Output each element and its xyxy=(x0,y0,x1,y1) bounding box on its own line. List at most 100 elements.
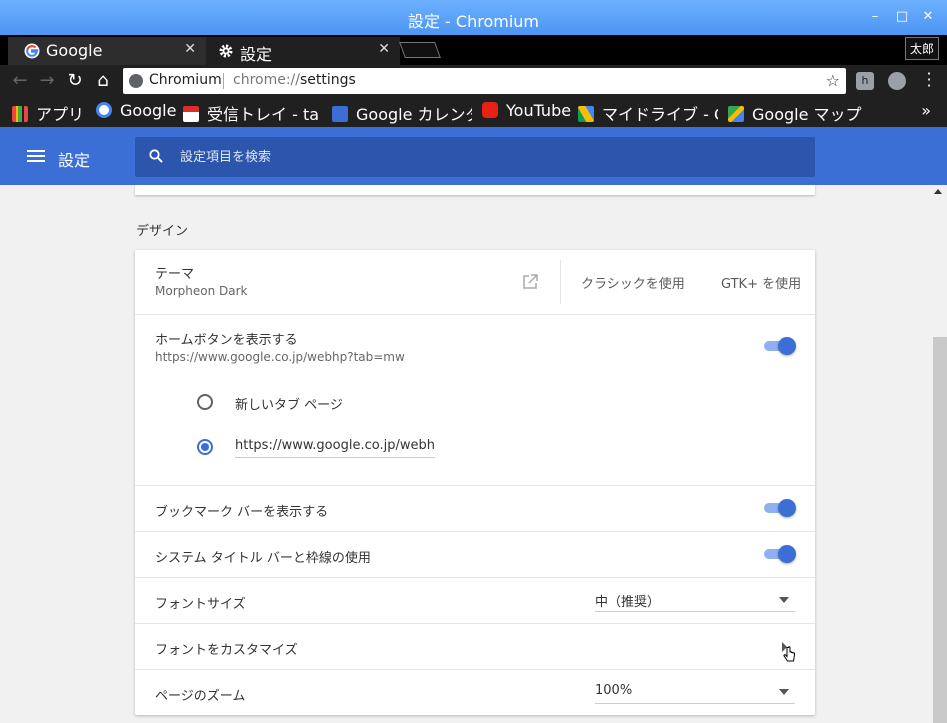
chevron-down-icon xyxy=(779,597,789,603)
home-button-url: https://www.google.co.jp/webhp?tab=mw xyxy=(155,350,405,364)
bookmark-gmail[interactable]: 受信トレイ - tar xyxy=(183,101,318,125)
row-theme: テーマ Morpheon Dark クラシックを使用 GTK+ を使用 xyxy=(135,250,815,314)
minimize-button[interactable]: – xyxy=(868,10,882,24)
font-size-value: 中（推奨） xyxy=(595,595,661,610)
drive-icon xyxy=(578,106,594,122)
bookmark-apps[interactable]: アプリ xyxy=(12,101,84,125)
reload-button[interactable]: ↻ xyxy=(64,70,86,92)
page-zoom-label: ページのズーム xyxy=(155,689,246,704)
url-scheme: chrome:// xyxy=(233,72,300,88)
settings-header: 設定 xyxy=(0,127,947,185)
extension-h-icon[interactable]: h xyxy=(856,72,874,90)
use-classic-button[interactable]: クラシックを使用 xyxy=(581,273,685,292)
tab-close-icon[interactable]: ✕ xyxy=(378,41,390,57)
bookmark-star-icon[interactable]: ☆ xyxy=(826,71,840,90)
tab-label: 設定 xyxy=(240,45,273,64)
bookmarks-bar-label: ブックマーク バーを表示する xyxy=(155,505,329,520)
tab-close-icon[interactable]: ✕ xyxy=(184,41,196,57)
bookmarks-bar: アプリ Google 受信トレイ - tar Google カレンダ YouTu… xyxy=(0,97,947,127)
forward-button[interactable]: → xyxy=(36,70,58,92)
bookmark-drive[interactable]: マイドライブ - G xyxy=(578,101,718,125)
extension-shield-icon[interactable] xyxy=(888,72,906,90)
new-tab-button[interactable] xyxy=(399,42,441,58)
design-card: テーマ Morpheon Dark クラシックを使用 GTK+ を使用 ホームボ… xyxy=(135,250,815,715)
bookmark-label: Google マップ xyxy=(752,105,862,124)
font-size-select[interactable]: 中（推奨） xyxy=(595,588,795,612)
gmail-icon xyxy=(183,106,199,122)
bookmarks-overflow-button[interactable]: » xyxy=(921,101,931,120)
row-bookmarks-bar: ブックマーク バーを表示する xyxy=(135,485,815,531)
theme-value: Morpheon Dark xyxy=(155,284,248,298)
theme-label: テーマ xyxy=(155,267,195,282)
system-title-bar-toggle[interactable] xyxy=(764,545,796,563)
font-size-label: フォントサイズ xyxy=(155,597,246,612)
apps-grid-icon xyxy=(12,106,28,122)
settings-title: 設定 xyxy=(58,151,91,170)
tab-google[interactable]: Google ✕ xyxy=(8,37,206,65)
bookmark-label: マイドライブ - G xyxy=(602,105,718,124)
customize-fonts-label: フォントをカスタマイズ xyxy=(155,643,298,658)
omnibox[interactable]: Chromium chrome://settings ☆ xyxy=(123,68,846,94)
url-path: settings xyxy=(300,72,356,88)
settings-search-input[interactable] xyxy=(180,146,780,168)
omnibox-url[interactable]: chrome://settings xyxy=(233,72,356,88)
menu-dots-icon[interactable]: · · · xyxy=(923,66,935,94)
hamburger-menu-icon[interactable] xyxy=(27,150,45,162)
bookmark-google[interactable]: Google xyxy=(96,101,176,120)
previous-section-card xyxy=(135,185,815,195)
back-button[interactable]: ← xyxy=(9,70,31,92)
system-title-bar-label: システム タイトル バーと枠線の使用 xyxy=(155,551,371,566)
youtube-icon xyxy=(482,102,498,118)
omnibox-site-name: Chromium xyxy=(149,72,222,88)
tab-strip: Google ✕ 設定 ✕ xyxy=(0,35,947,65)
bookmark-label: Google xyxy=(120,101,177,120)
row-system-title-bar: システム タイトル バーと枠線の使用 xyxy=(135,531,815,577)
theme-divider xyxy=(560,260,561,304)
search-icon xyxy=(149,149,163,163)
gear-icon xyxy=(219,44,233,58)
settings-search[interactable] xyxy=(135,137,815,177)
profile-badge[interactable]: 太郎 xyxy=(904,37,939,60)
bookmarks-bar-toggle[interactable] xyxy=(764,499,796,517)
bookmark-label: YouTube xyxy=(506,101,572,120)
home-button[interactable]: ⌂ xyxy=(92,70,114,92)
window-close-button[interactable]: ✕ xyxy=(921,10,935,24)
bookmark-maps[interactable]: Google マップ xyxy=(728,101,862,125)
row-home-button: ホームボタンを表示する https://www.google.co.jp/web… xyxy=(135,314,815,485)
hand-cursor-icon xyxy=(783,646,795,662)
bookmark-youtube[interactable]: YouTube xyxy=(482,101,571,120)
window-title: 設定 - Chromium xyxy=(407,12,540,31)
maps-icon xyxy=(728,106,744,122)
page-zoom-value: 100% xyxy=(595,683,633,698)
use-gtk-button[interactable]: GTK+ を使用 xyxy=(721,273,801,292)
google-g-icon xyxy=(96,102,112,118)
bookmark-label: 受信トレイ - tar xyxy=(207,105,318,124)
radio-new-tab-label: 新しいタブ ページ xyxy=(235,398,343,413)
browser-toolbar: ← → ↻ ⌂ Chromium chrome://settings ☆ h ·… xyxy=(0,65,947,97)
home-button-label: ホームボタンを表示する xyxy=(155,333,298,348)
bookmark-calendar[interactable]: Google カレンダ xyxy=(332,101,472,125)
bookmark-label: Google カレンダ xyxy=(356,105,472,124)
chevron-down-icon xyxy=(779,689,789,695)
bookmark-label: アプリ xyxy=(36,105,85,124)
google-g-icon xyxy=(24,43,40,59)
home-url-input[interactable] xyxy=(235,434,435,458)
external-link-icon[interactable] xyxy=(522,274,538,290)
scroll-up-arrow-icon[interactable] xyxy=(934,189,942,194)
maximize-button[interactable]: □ xyxy=(895,10,909,24)
scrollbar[interactable] xyxy=(930,185,947,723)
row-customize-fonts[interactable]: フォントをカスタマイズ xyxy=(135,623,815,669)
row-font-size: フォントサイズ 中（推奨） xyxy=(135,577,815,623)
window-titlebar: 設定 - Chromium – □ ✕ xyxy=(0,0,947,35)
page-zoom-select[interactable]: 100% xyxy=(595,680,795,704)
tab-settings[interactable]: 設定 ✕ xyxy=(206,37,400,65)
radio-custom-url[interactable] xyxy=(197,439,213,455)
home-button-toggle[interactable] xyxy=(764,337,796,355)
calendar-icon xyxy=(332,106,348,122)
chromium-icon xyxy=(129,74,143,88)
section-title-design: デザイン xyxy=(136,224,189,239)
radio-new-tab[interactable] xyxy=(197,394,213,410)
omnibox-separator xyxy=(223,73,224,89)
settings-content: デザイン テーマ Morpheon Dark クラシックを使用 GTK+ を使用… xyxy=(0,185,930,723)
scroll-thumb[interactable] xyxy=(933,337,947,723)
